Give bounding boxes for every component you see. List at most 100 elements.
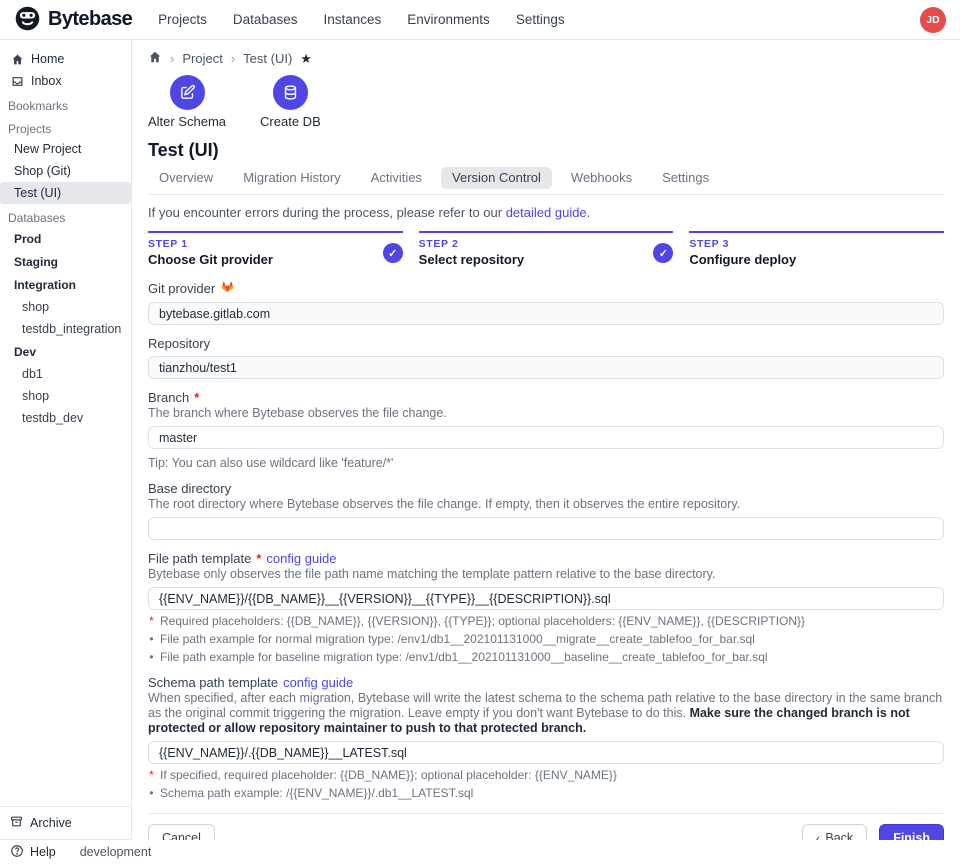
file-path-template-label: File path template * config guide — [148, 551, 944, 566]
repository-label: Repository — [148, 336, 944, 351]
note-text: File path example for normal migration t… — [160, 632, 755, 646]
tab-bar: Overview Migration History Activities Ve… — [148, 167, 944, 195]
favorite-star-icon[interactable]: ★ — [300, 52, 312, 65]
sidebar-env-integration[interactable]: Integration — [0, 273, 131, 296]
help-button[interactable]: Help — [10, 844, 56, 861]
detailed-guide-link[interactable]: detailed guide — [506, 205, 587, 220]
archive-icon — [10, 815, 23, 831]
schema-path-template-input[interactable] — [148, 741, 944, 764]
top-nav-links: Projects Databases Instances Environment… — [158, 12, 564, 27]
sidebar-item-new-project[interactable]: New Project — [0, 138, 131, 160]
base-directory-description: The root directory where Bytebase observ… — [148, 497, 944, 512]
breadcrumb-home-icon[interactable] — [148, 50, 162, 67]
tab-activities[interactable]: Activities — [360, 167, 433, 189]
file-path-template-input[interactable] — [148, 587, 944, 610]
top-navbar: Bytebase Projects Databases Instances En… — [0, 0, 960, 40]
sidebar-item-label: Home — [31, 52, 64, 66]
inbox-icon — [10, 75, 24, 88]
breadcrumb-separator: › — [170, 51, 174, 66]
branch-field: Branch * The branch where Bytebase obser… — [148, 390, 944, 470]
sidebar-item-label: Inbox — [31, 74, 62, 88]
field-label-text: Branch — [148, 390, 189, 405]
file-path-template-notes: * Required placeholders: {{DB_NAME}}, {{… — [148, 614, 944, 664]
tab-settings[interactable]: Settings — [651, 167, 720, 189]
note-schema-path-example: • Schema path example: /{{ENV_NAME}}/.db… — [148, 786, 944, 800]
tab-webhooks[interactable]: Webhooks — [560, 167, 643, 189]
schema-path-template-notes: * If specified, required placeholder: {{… — [148, 768, 944, 800]
nav-projects[interactable]: Projects — [158, 12, 207, 27]
tab-overview[interactable]: Overview — [148, 167, 224, 189]
sidebar-env-dev[interactable]: Dev — [0, 340, 131, 363]
help-icon — [10, 844, 24, 861]
field-label-text: File path template — [148, 551, 251, 566]
sidebar-item-label: Archive — [30, 816, 72, 830]
user-avatar[interactable]: JD — [920, 7, 946, 33]
error-guide-text: If you encounter errors during the proce… — [148, 205, 944, 220]
sidebar-db-db1[interactable]: db1 — [0, 363, 131, 385]
tab-migration-history[interactable]: Migration History — [232, 167, 352, 189]
sidebar-env-prod[interactable]: Prod — [0, 227, 131, 250]
base-directory-input[interactable] — [148, 517, 944, 540]
sidebar-env-staging[interactable]: Staging — [0, 250, 131, 273]
step-complete-check-icon: ✓ — [383, 243, 403, 263]
breadcrumb-project[interactable]: Project — [182, 51, 222, 66]
sidebar-db-testdb-integration[interactable]: testdb_integration — [0, 318, 131, 340]
brand-name: Bytebase — [48, 8, 132, 31]
step-title: Select repository — [419, 252, 654, 268]
quick-action-label: Create DB — [260, 115, 321, 129]
alter-schema-button[interactable]: Alter Schema — [148, 75, 226, 129]
quick-action-label: Alter Schema — [148, 115, 226, 129]
sidebar-item-shop-git[interactable]: Shop (Git) — [0, 160, 131, 182]
tab-version-control[interactable]: Version Control — [441, 167, 552, 189]
back-button[interactable]: ‹ Back — [802, 824, 867, 840]
nav-settings[interactable]: Settings — [516, 12, 565, 27]
sidebar-db-shop-integration[interactable]: shop — [0, 296, 131, 318]
sidebar-item-archive[interactable]: Archive — [0, 806, 131, 839]
sidebar-db-shop-dev[interactable]: shop — [0, 385, 131, 407]
form-footer-divider — [148, 813, 944, 814]
note-text: If specified, required placeholder: {{DB… — [160, 768, 617, 782]
schema-path-template-field: Schema path template config guide When s… — [148, 675, 944, 800]
repository-field: Repository — [148, 336, 944, 379]
schema-path-template-label: Schema path template config guide — [148, 675, 944, 690]
sidebar-db-testdb-dev[interactable]: testdb_dev — [0, 407, 131, 429]
step-label: STEP 1 — [148, 238, 383, 250]
step-label: STEP 2 — [419, 238, 654, 250]
back-button-label: Back — [825, 831, 853, 841]
nav-environments[interactable]: Environments — [407, 12, 490, 27]
note-marker: • — [148, 650, 155, 664]
version-label: development — [80, 845, 152, 859]
quick-actions: Alter Schema Create DB — [148, 75, 944, 129]
note-text: Required placeholders: {{DB_NAME}}, {{VE… — [160, 614, 805, 628]
schema-path-template-description: When specified, after each migration, By… — [148, 691, 944, 736]
sidebar-item-home[interactable]: Home — [0, 48, 131, 70]
note-marker: * — [148, 614, 155, 628]
nav-databases[interactable]: Databases — [233, 12, 298, 27]
sidebar-item-inbox[interactable]: Inbox — [0, 70, 131, 92]
base-directory-field: Base directory The root directory where … — [148, 481, 944, 540]
note-file-path-example-normal: • File path example for normal migration… — [148, 632, 944, 646]
file-path-config-guide-link[interactable]: config guide — [266, 551, 336, 566]
guide-suffix: . — [587, 205, 591, 220]
note-marker: * — [148, 768, 155, 782]
sidebar-item-test-ui[interactable]: Test (UI) — [0, 182, 131, 204]
branch-label: Branch * — [148, 390, 944, 405]
bytebase-logo[interactable]: Bytebase — [14, 5, 132, 35]
cancel-button[interactable]: Cancel — [148, 824, 215, 840]
note-required-placeholders: * Required placeholders: {{DB_NAME}}, {{… — [148, 614, 944, 628]
create-db-button[interactable]: Create DB — [260, 75, 321, 129]
sidebar: Home Inbox Bookmarks Projects New Projec… — [0, 40, 132, 840]
branch-input[interactable] — [148, 426, 944, 449]
branch-description: The branch where Bytebase observes the f… — [148, 406, 944, 421]
git-provider-input — [148, 302, 944, 325]
step-complete-check-icon: ✓ — [653, 243, 673, 263]
breadcrumb-test-ui[interactable]: Test (UI) — [243, 51, 292, 66]
nav-instances[interactable]: Instances — [323, 12, 381, 27]
breadcrumb: › Project › Test (UI) ★ — [148, 49, 944, 67]
branch-tip: Tip: You can also use wildcard like 'fea… — [148, 456, 944, 470]
bottom-bar: Help development — [0, 840, 960, 864]
repository-input — [148, 356, 944, 379]
schema-path-config-guide-link[interactable]: config guide — [283, 675, 353, 690]
finish-button[interactable]: Finish — [879, 824, 944, 840]
file-path-template-description: Bytebase only observes the file path nam… — [148, 567, 944, 582]
